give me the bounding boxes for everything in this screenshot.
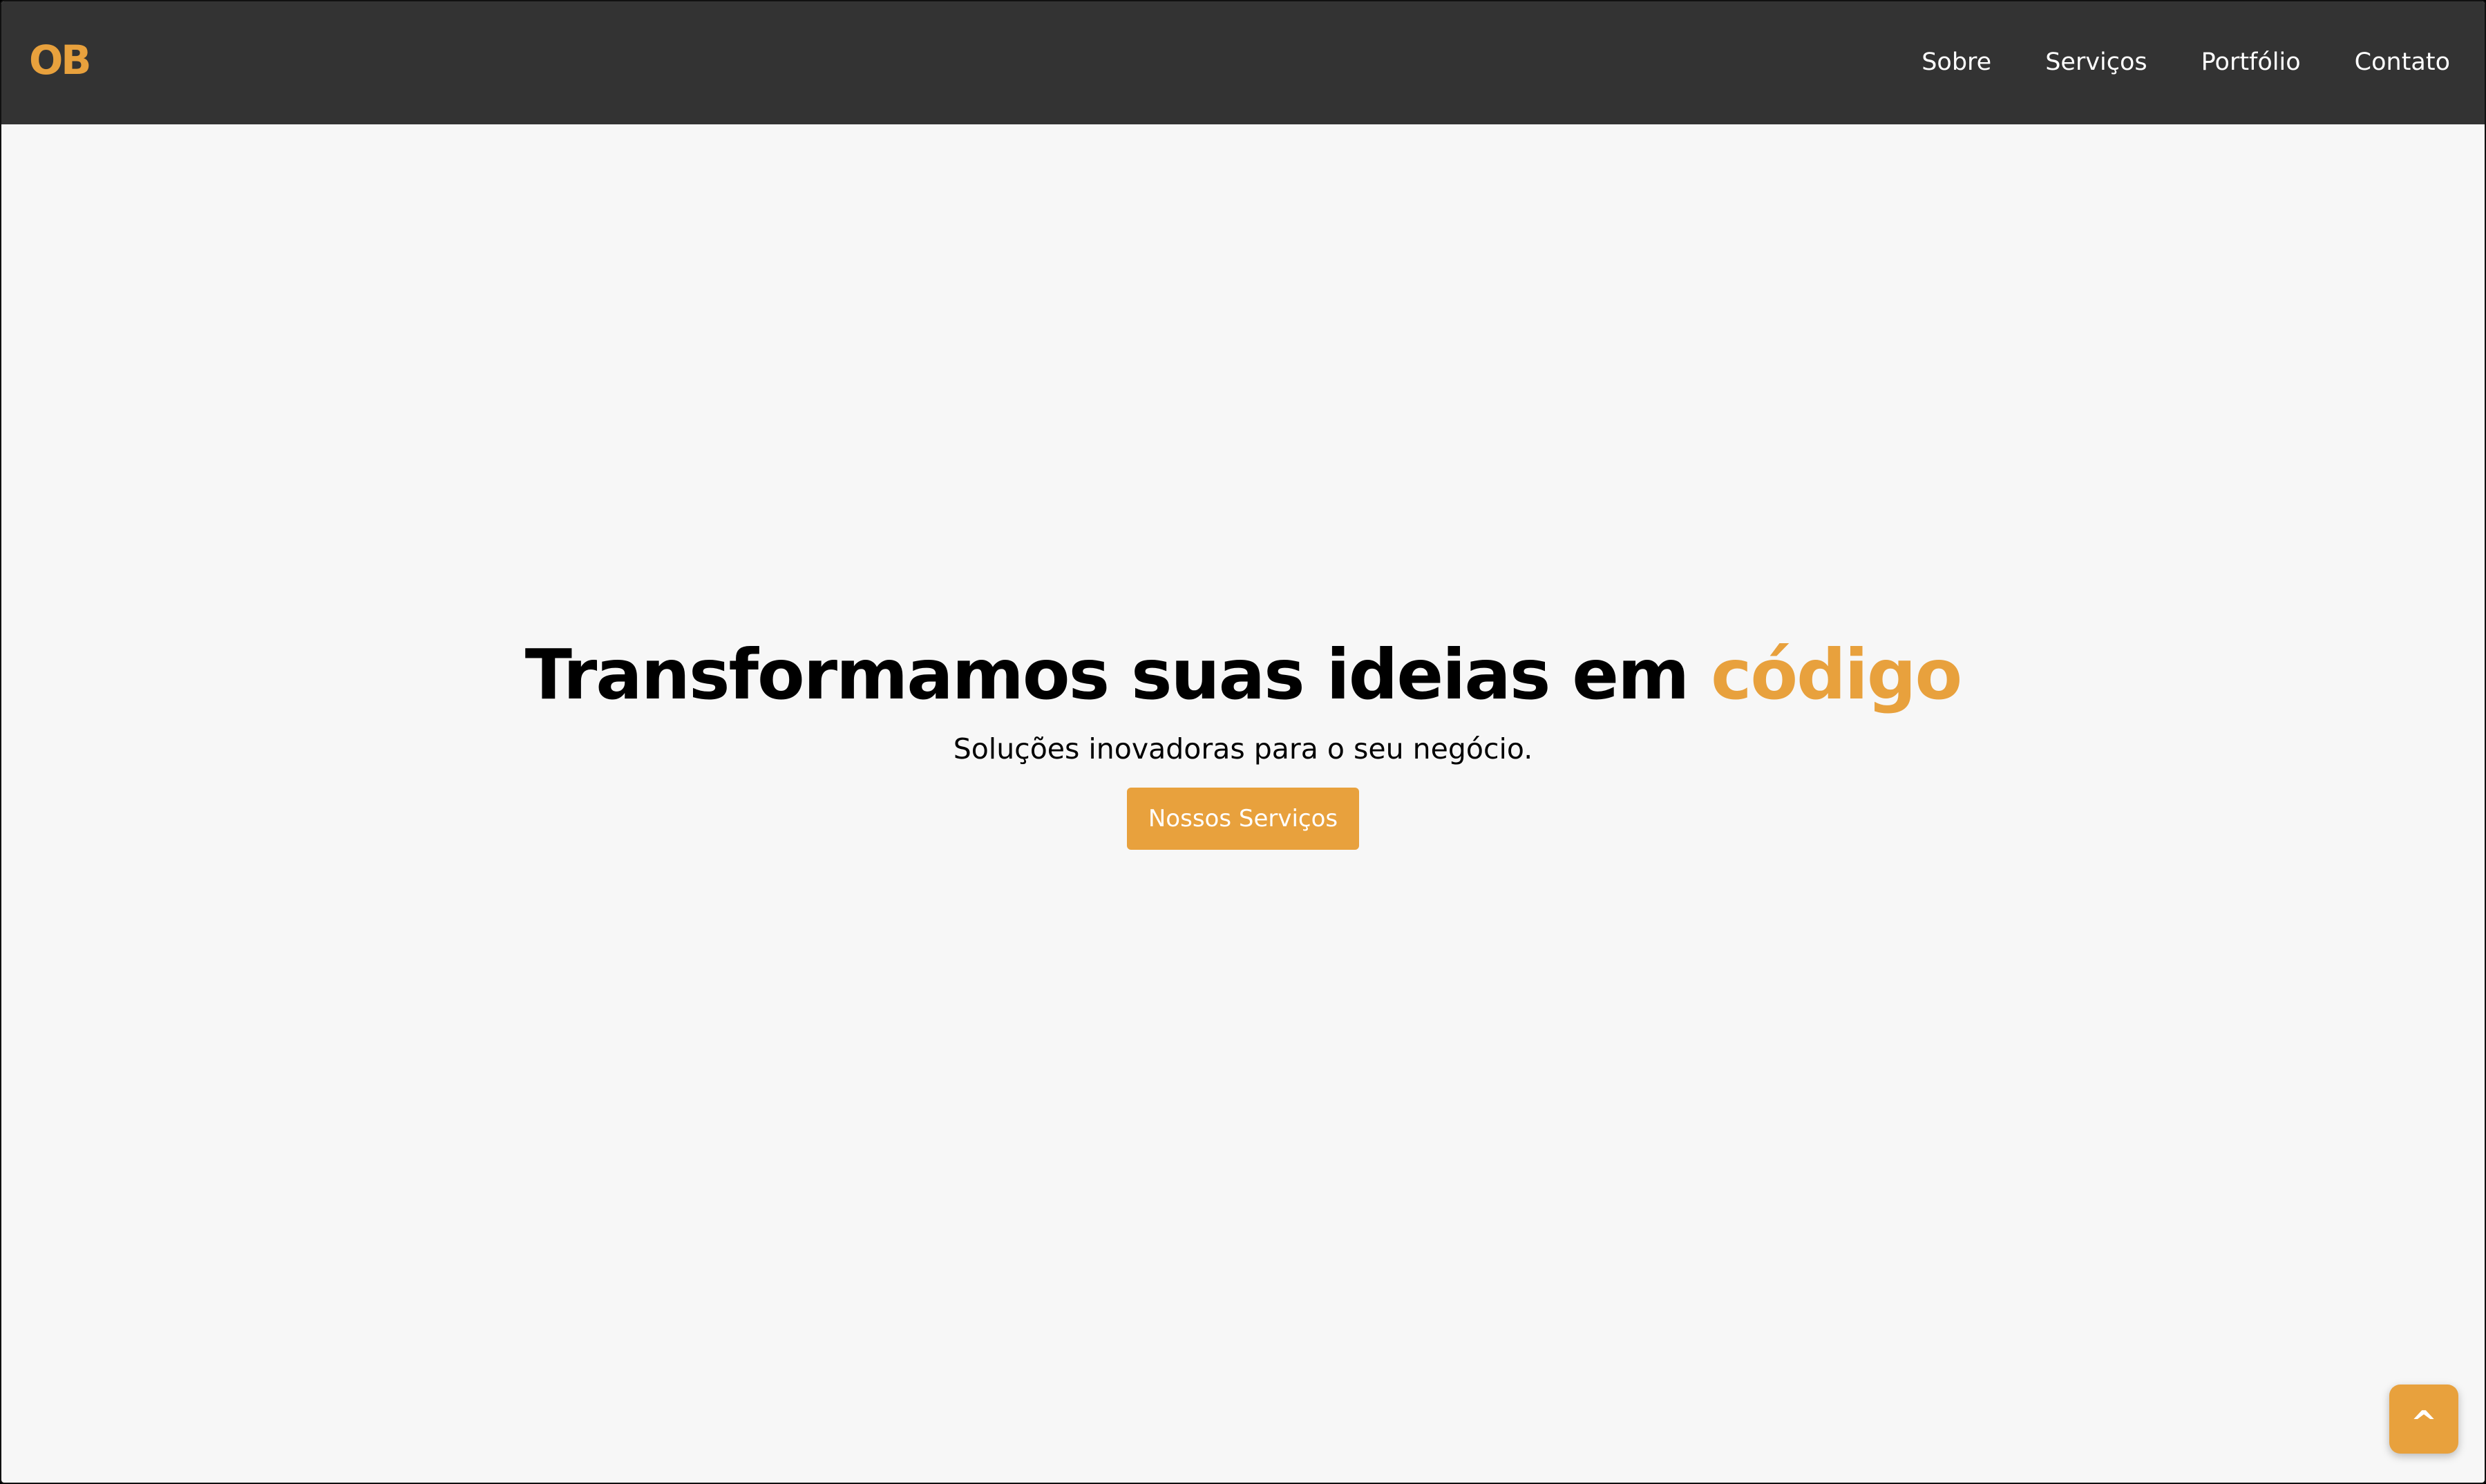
navbar: OB Sobre Serviços Portfólio Contato: [1, 1, 2485, 124]
hero-title-main: Transformamos suas ideias em: [524, 634, 1711, 715]
hero-title-accent: código: [1711, 634, 1962, 715]
hero-title: Transformamos suas ideias em código: [1, 623, 2485, 727]
site-logo[interactable]: OB: [29, 36, 91, 84]
caret-up-icon: ^: [2410, 1404, 2438, 1441]
nav-link-portfolio[interactable]: Portfólio: [2201, 44, 2301, 80]
hero-subtitle: Soluções inovadoras para o seu negócio.: [953, 732, 1533, 765]
back-to-top-button[interactable]: ^: [2389, 1385, 2458, 1454]
nav-menu: Sobre Serviços Portfólio Contato: [1922, 44, 2450, 80]
browser-viewport: OB Sobre Serviços Portfólio Contato Tran…: [0, 0, 2486, 1484]
nossos-servicos-button[interactable]: Nossos Serviços: [1127, 788, 1359, 850]
nav-link-sobre[interactable]: Sobre: [1922, 44, 1991, 80]
nav-link-servicos[interactable]: Serviços: [2045, 44, 2147, 80]
nav-link-contato[interactable]: Contato: [2355, 44, 2450, 80]
hero-section: Transformamos suas ideias em código Solu…: [1, 623, 2485, 850]
